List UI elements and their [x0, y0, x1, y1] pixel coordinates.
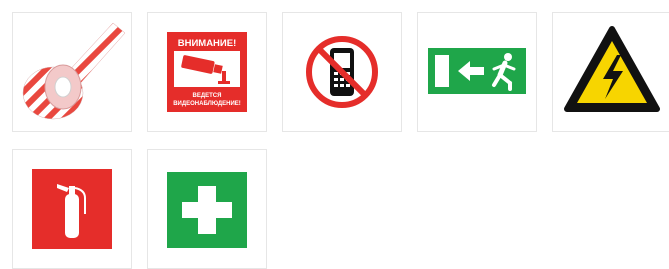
product-tile-exit[interactable] — [417, 12, 537, 132]
fire-extinguisher-sign — [32, 169, 112, 249]
sign-subtext-2: ВИДЕОНАБЛЮДЕНИЕ! — [173, 101, 241, 107]
barrier-tape-icon — [22, 22, 126, 120]
video-surveillance-sign: ВНИМАНИЕ! ВЕДЕТСЯ ВИДЕОНАБЛЮДЕНИЕ! — [167, 32, 247, 112]
product-tile-first-aid[interactable] — [147, 149, 267, 269]
product-tile-no-phones[interactable] — [282, 12, 402, 132]
sign-heading: ВНИМАНИЕ! — [178, 38, 237, 49]
high-voltage-sign — [564, 26, 660, 112]
product-tile-fire-extinguisher[interactable] — [12, 149, 132, 269]
sign-subtext-1: ВЕДЕТСЯ — [193, 93, 222, 99]
first-aid-sign — [167, 172, 247, 248]
product-tile-high-voltage[interactable] — [552, 12, 669, 132]
product-tile-video-surveillance[interactable]: ВНИМАНИЕ! ВЕДЕТСЯ ВИДЕОНАБЛЮДЕНИЕ! — [147, 12, 267, 132]
no-mobile-phones-sign — [306, 36, 378, 108]
emergency-exit-sign — [428, 48, 526, 94]
product-tile-barrier-tape[interactable] — [12, 12, 132, 132]
